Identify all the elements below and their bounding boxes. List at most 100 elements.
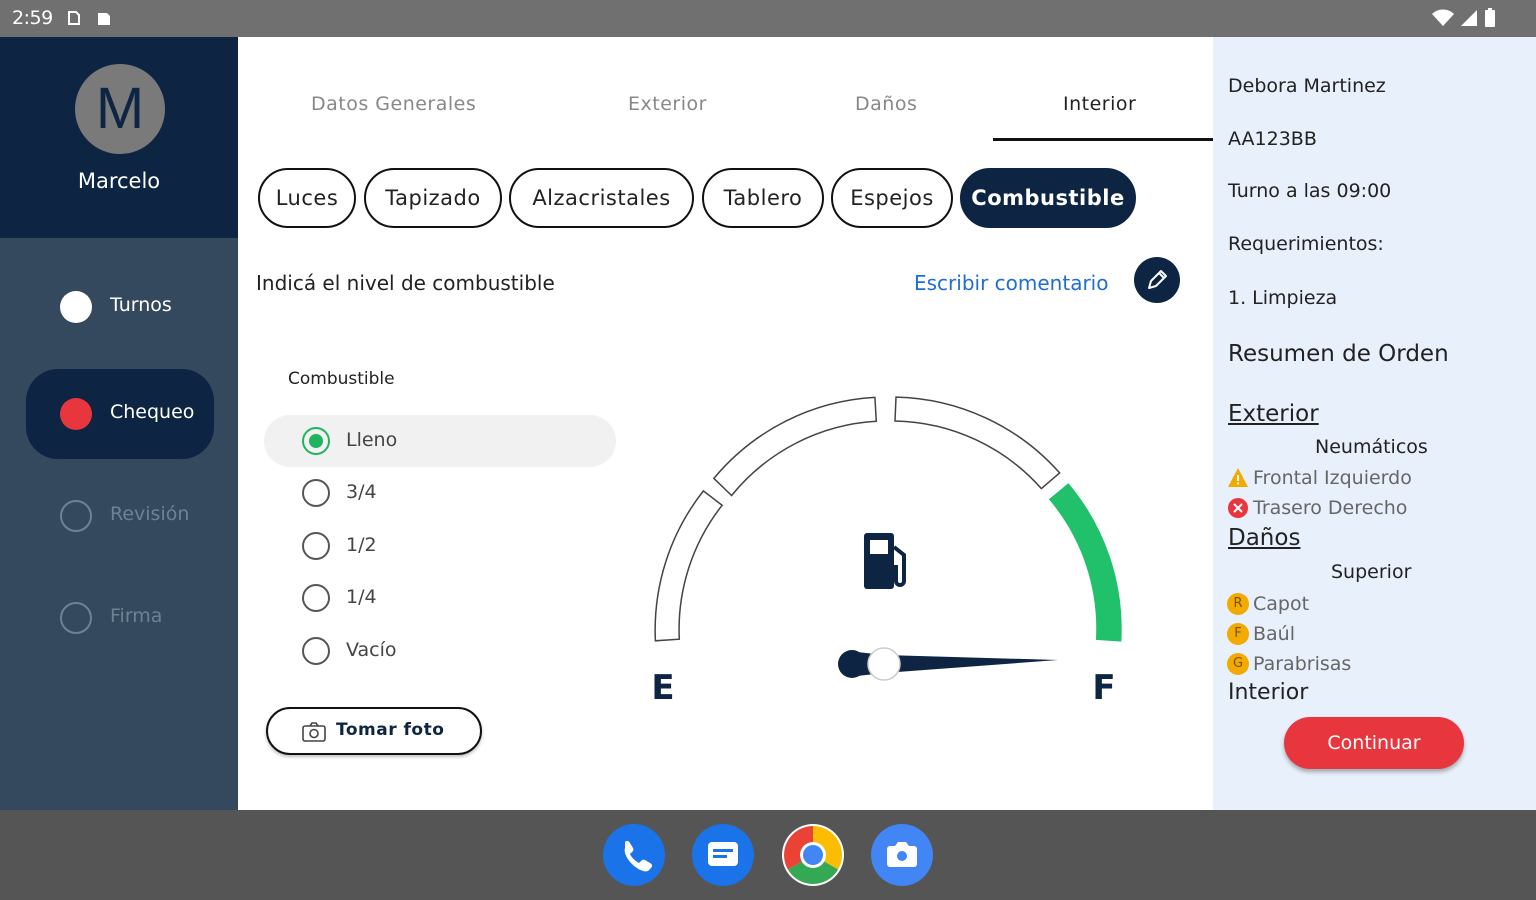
continue-button[interactable]: Continuar <box>1284 717 1464 769</box>
pencil-icon <box>1148 270 1167 289</box>
profile-card: M Marcelo <box>0 37 238 238</box>
list-item: Frontal Izquierdo <box>1227 466 1412 490</box>
vehicle-plate: AA123BB <box>1228 128 1317 150</box>
chip-espejos[interactable]: Espejos <box>831 168 953 228</box>
section-danos[interactable]: Daños <box>1228 525 1300 551</box>
radio-button[interactable] <box>302 584 330 612</box>
client-name: Debora Martinez <box>1228 75 1386 97</box>
step-dot-icon <box>60 291 92 323</box>
order-summary-title: Resumen de Orden <box>1228 341 1449 367</box>
step-dot-icon <box>60 602 92 634</box>
sidebar-item-label: Turnos <box>110 294 172 316</box>
list-item: G Parabrisas <box>1227 652 1351 676</box>
taskbar <box>0 810 1536 900</box>
camera-icon <box>887 842 917 867</box>
requirement-item: 1. Limpieza <box>1228 287 1338 309</box>
fuel-prompt: Indicá el nivel de combustible <box>256 271 555 295</box>
status-icons <box>1432 8 1496 28</box>
item-label: Trasero Derecho <box>1253 497 1408 519</box>
chip-tablero[interactable]: Tablero <box>702 168 824 228</box>
fuel-option-3-4[interactable]: 3/4 <box>264 467 616 519</box>
order-summary-panel: Debora Martinez AA123BB Turno a las 09:0… <box>1213 37 1536 810</box>
warning-icon <box>1228 468 1248 487</box>
chip-luces[interactable]: Luces <box>258 168 356 228</box>
radio-label: Lleno <box>346 429 398 451</box>
chip-tapizado[interactable]: Tapizado <box>364 168 502 228</box>
sidebar-item-label: Firma <box>110 605 163 627</box>
profile-name: Marcelo <box>77 169 161 193</box>
phone-app[interactable] <box>603 824 665 886</box>
damage-badge-icon: G <box>1227 653 1249 675</box>
edit-comment-button[interactable] <box>1134 257 1180 303</box>
item-label: Capot <box>1253 593 1310 615</box>
fuel-option-vacio[interactable]: Vacío <box>264 625 616 677</box>
section-interior: Interior <box>1228 680 1309 705</box>
fuel-option-1-2[interactable]: 1/2 <box>264 520 616 572</box>
messages-icon <box>708 842 738 866</box>
error-icon <box>1228 498 1248 518</box>
main-panel: Datos Generales Exterior Daños Interior … <box>238 37 1213 810</box>
take-photo-label: Tomar foto <box>336 720 445 740</box>
damage-badge-icon: R <box>1227 593 1249 615</box>
tab-interior[interactable]: Interior <box>1063 93 1136 115</box>
tab-danos[interactable]: Daños <box>855 93 917 115</box>
write-comment-link[interactable]: Escribir comentario <box>914 271 1108 295</box>
radio-label: Vacío <box>346 639 397 661</box>
tab-indicator <box>993 138 1213 141</box>
section-exterior[interactable]: Exterior <box>1228 401 1319 427</box>
item-label: Baúl <box>1253 623 1295 645</box>
fuel-group-title: Combustible <box>288 369 395 389</box>
fuel-option-lleno[interactable]: Lleno <box>264 415 616 467</box>
signal-icon <box>1461 10 1477 26</box>
fuel-gauge: E F <box>651 396 1122 708</box>
step-dot-icon <box>60 398 92 430</box>
chip-combustible[interactable]: Combustible <box>960 168 1136 228</box>
phone-icon <box>624 840 653 872</box>
subsection-neumaticos: Neumáticos <box>1315 436 1428 458</box>
wifi-icon <box>1432 9 1454 26</box>
radio-button[interactable] <box>302 479 330 507</box>
sidebar-item-label: Chequeo <box>110 401 195 423</box>
storage-icon <box>98 13 110 25</box>
sim-icon <box>68 11 80 25</box>
gauge-empty-label: E <box>651 668 674 708</box>
chip-alzacristales[interactable]: Alzacristales <box>509 168 694 228</box>
list-item: Trasero Derecho <box>1227 496 1407 520</box>
gauge-segment-empty <box>654 489 724 642</box>
battery-icon <box>1485 8 1495 27</box>
radio-button[interactable] <box>302 427 330 455</box>
take-photo-button[interactable]: Tomar foto <box>266 707 482 755</box>
tab-datos-generales[interactable]: Datos Generales <box>311 93 476 115</box>
camera-app[interactable] <box>871 824 933 886</box>
gauge-segment-half <box>894 396 1061 490</box>
damage-badge-icon: F <box>1227 623 1249 645</box>
tab-exterior[interactable]: Exterior <box>628 93 707 115</box>
gauge-segment-quarter <box>712 396 878 497</box>
status-time: 2:59 <box>12 7 53 29</box>
gauge-full-label: F <box>1092 668 1115 708</box>
chrome-app[interactable] <box>782 824 844 886</box>
sidebar-item-revision[interactable]: Revisión <box>26 471 214 561</box>
fuel-pump-icon <box>864 533 906 589</box>
radio-label: 1/4 <box>346 586 377 608</box>
messages-app[interactable] <box>692 824 754 886</box>
radio-button[interactable] <box>302 532 330 560</box>
radio-label: 3/4 <box>346 481 377 503</box>
requirements-label: Requerimientos: <box>1228 233 1384 255</box>
sidebar-item-firma[interactable]: Firma <box>26 573 214 663</box>
sidebar-item-label: Revisión <box>110 503 190 525</box>
radio-label: 1/2 <box>346 534 377 556</box>
avatar[interactable]: M <box>72 61 168 157</box>
fuel-option-1-4[interactable]: 1/4 <box>264 572 616 624</box>
sidebar: M Marcelo Turnos Chequeo Revisión Firma <box>0 37 238 810</box>
list-item: R Capot <box>1227 592 1309 616</box>
radio-button[interactable] <box>302 637 330 665</box>
sidebar-item-turnos[interactable]: Turnos <box>26 262 214 352</box>
status-bar: 2:59 <box>0 0 1536 37</box>
sidebar-item-chequeo[interactable]: Chequeo <box>26 369 214 459</box>
step-dot-icon <box>60 500 92 532</box>
list-item: F Baúl <box>1227 622 1295 646</box>
item-label: Frontal Izquierdo <box>1253 467 1412 489</box>
camera-icon <box>302 722 326 742</box>
appointment-time: Turno a las 09:00 <box>1228 180 1392 202</box>
